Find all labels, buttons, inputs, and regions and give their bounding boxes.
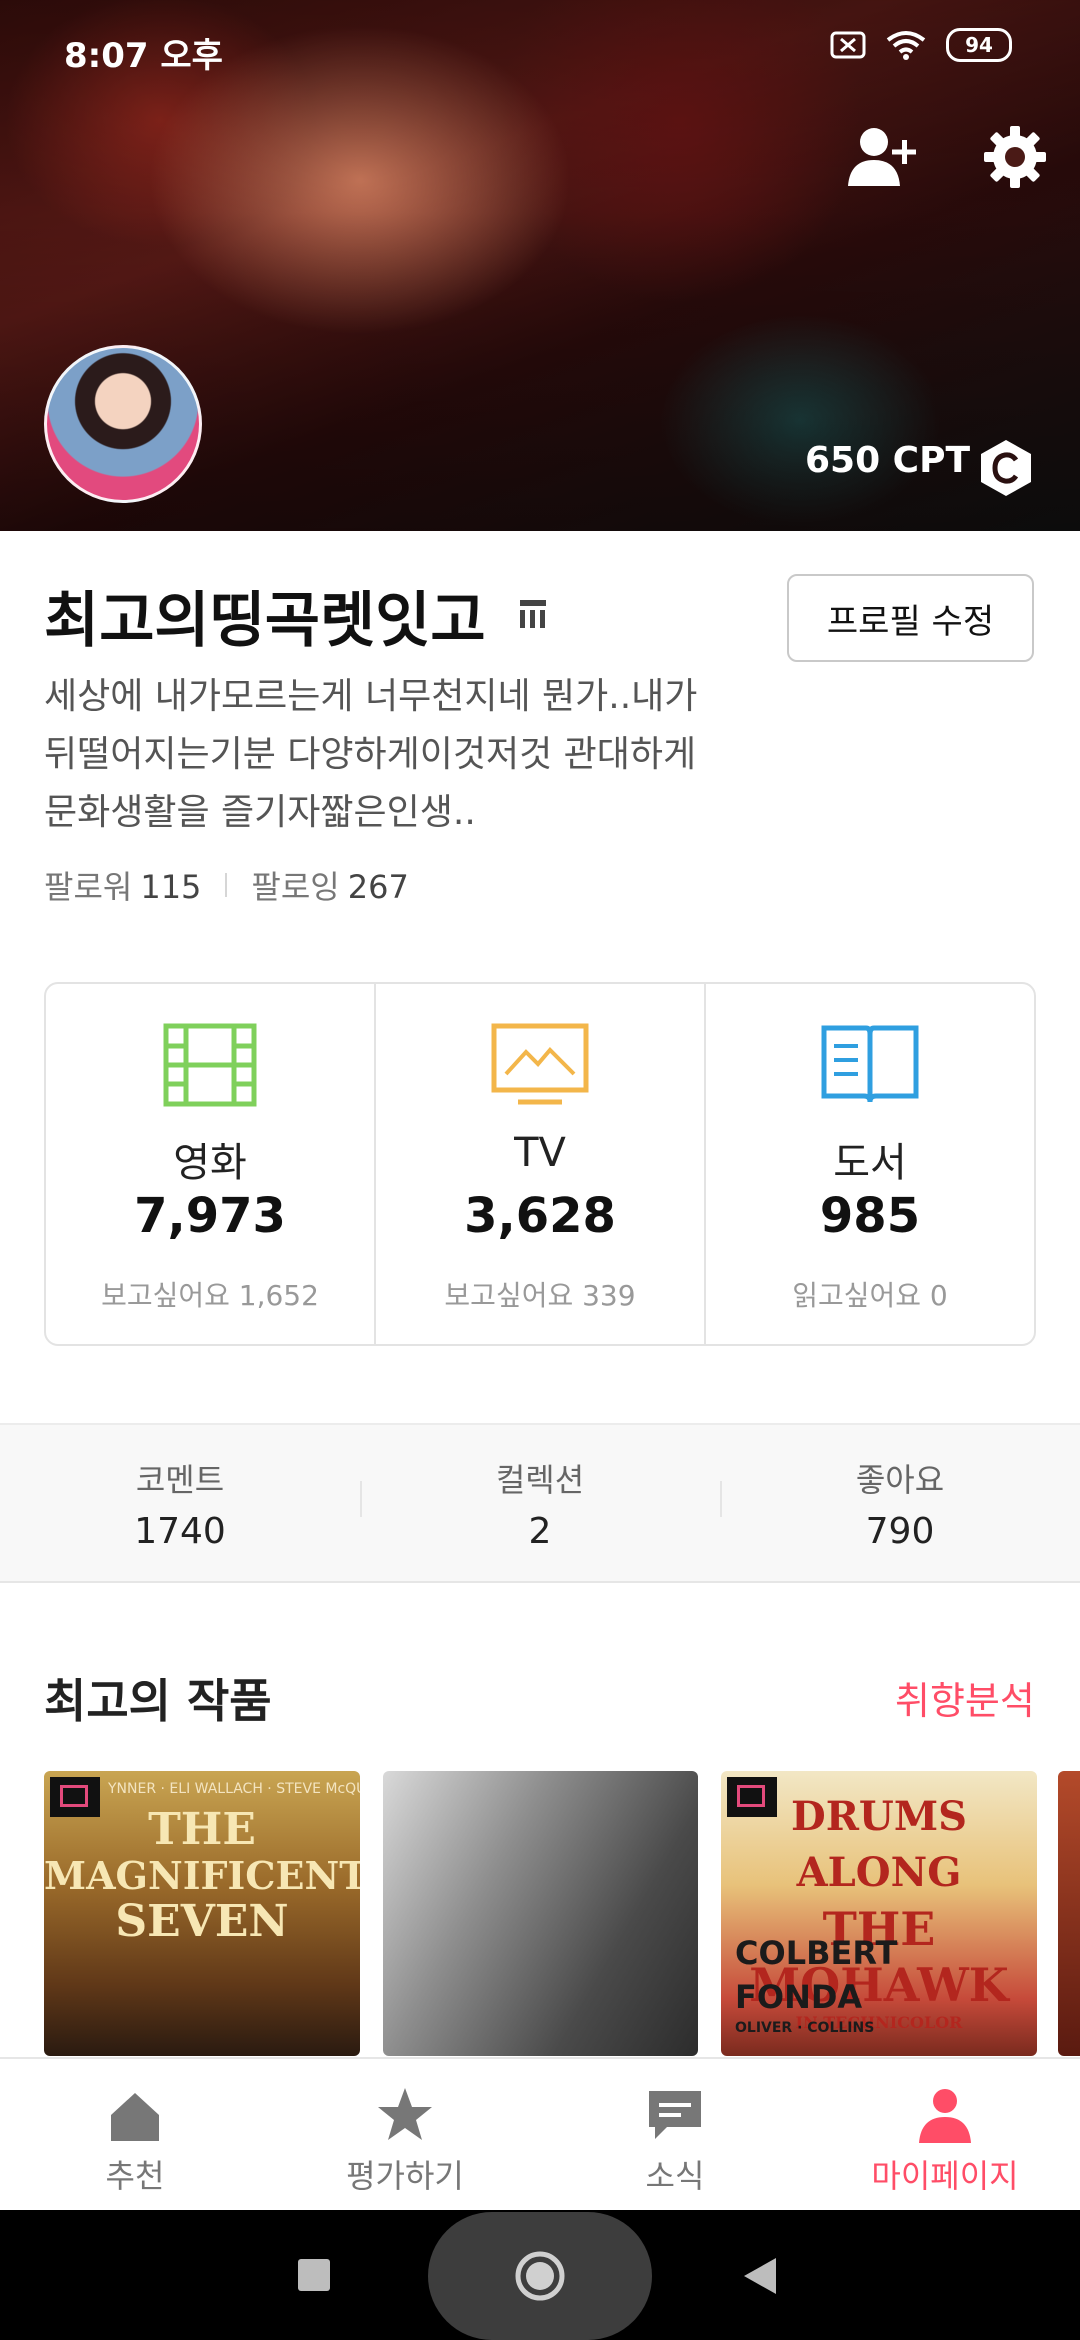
profile-bio: 세상에 내가모르는게 너무천지네 뭔가..내가 뒤떨어지는기분 다양하게이것저것… — [44, 668, 784, 842]
bio-line: 세상에 내가모르는게 너무천지네 뭔가..내가 — [44, 676, 698, 717]
follow-counts: 팔로워 115 팔로잉 267 — [44, 862, 409, 908]
category-cards: 영화 7,973 보고싶어요 1,652 TV 3,628 보고싶어요 339 … — [44, 982, 1036, 1346]
no-sim-icon — [830, 31, 866, 59]
following-link[interactable]: 팔로잉 267 — [251, 862, 408, 908]
taste-analysis-link[interactable]: 취향분석 — [895, 1670, 1035, 1725]
avatar[interactable] — [44, 345, 202, 503]
nav-news[interactable]: 소식 — [540, 2059, 810, 2212]
activity-stats: 코멘트 1740 컬렉션 2 좋아요 790 — [0, 1423, 1080, 1583]
poster-magnificent-seven[interactable]: YNNER · ELI WALLACH · STEVE McQUEEN THE … — [44, 1771, 360, 2056]
category-wishlist: 읽고싶어요 0 — [792, 1279, 948, 1312]
poster-credit: YNNER · ELI WALLACH · STEVE McQUEEN — [108, 1781, 360, 1797]
category-wishlist: 보고싶어요 339 — [444, 1279, 636, 1312]
cpt-balance[interactable]: 650 CPT — [805, 440, 970, 481]
category-count: 985 — [819, 1188, 921, 1244]
status-time: 8:07 오후 — [64, 36, 223, 76]
stat-comments[interactable]: 코멘트 1740 — [0, 1425, 360, 1581]
category-count: 7,973 — [134, 1188, 286, 1244]
tv-icon — [491, 1023, 589, 1105]
stat-value: 790 — [865, 1511, 935, 1552]
stat-collections[interactable]: 컬렉션 2 — [360, 1425, 720, 1581]
poster-cast: COLBERT FONDA OLIVER · COLLINS — [735, 1934, 898, 2036]
edit-profile-button[interactable]: 프로필 수정 — [787, 574, 1034, 662]
bio-line: 문화생활을 즐기자짧은인생.. — [44, 792, 476, 833]
category-card-book[interactable]: 도서 985 읽고싶어요 0 — [704, 984, 1034, 1344]
poster-title: THE MAGNIFICENT SEVEN — [44, 1804, 360, 1947]
nav-mypage[interactable]: 마이페이지 — [810, 2059, 1080, 2212]
category-label: 영화 — [173, 1140, 247, 1186]
followers-link[interactable]: 팔로워 115 — [44, 862, 201, 908]
person-icon — [919, 2089, 971, 2143]
profile-name: 최고의띵곡렛잇고 — [44, 586, 486, 656]
book-icon — [821, 1025, 919, 1103]
stat-value: 1740 — [134, 1511, 226, 1552]
bottom-nav: 추천 평가하기 소식 마이페이지 — [0, 2057, 1080, 2212]
home-icon — [111, 2093, 159, 2141]
user-badge-icon — [520, 600, 546, 628]
poster-movie-2[interactable] — [383, 1771, 698, 2056]
status-icons: 94 — [830, 28, 1012, 62]
nav-rate[interactable]: 평가하기 — [270, 2059, 540, 2212]
battery-indicator: 94 — [946, 28, 1012, 62]
stat-label: 좋아요 — [855, 1461, 945, 1499]
stat-label: 컬렉션 — [495, 1461, 585, 1499]
cpt-coin-icon[interactable] — [978, 438, 1034, 498]
recents-button-icon[interactable] — [298, 2259, 330, 2291]
settings-gear-icon[interactable] — [982, 124, 1048, 190]
star-icon — [378, 2088, 432, 2140]
category-wishlist: 보고싶어요 1,652 — [101, 1279, 319, 1312]
film-icon — [163, 1023, 257, 1107]
category-label: 도서 — [833, 1140, 907, 1186]
category-count: 3,628 — [464, 1188, 616, 1244]
category-card-tv[interactable]: TV 3,628 보고싶어요 339 — [374, 984, 704, 1344]
home-button-icon[interactable] — [514, 2250, 566, 2302]
back-button-icon[interactable] — [742, 2256, 778, 2296]
bio-line: 뒤떨어지는기분 다양하게이것저것 관대하게 — [44, 734, 697, 775]
nav-label: 추천 — [105, 2157, 165, 2195]
nav-label: 평가하기 — [346, 2157, 464, 2195]
category-label: TV — [514, 1130, 566, 1176]
divider — [225, 873, 228, 897]
add-friend-icon[interactable] — [846, 124, 918, 188]
nav-label: 소식 — [645, 2157, 705, 2195]
chat-icon — [649, 2091, 701, 2139]
nav-recommend[interactable]: 추천 — [0, 2059, 270, 2212]
section-title: 최고의 작품 — [44, 1674, 272, 1728]
stat-likes[interactable]: 좋아요 790 — [720, 1425, 1080, 1581]
poster-drums-along-the-mohawk[interactable]: DRUMS ALONG THE MOHAWK IN TECHNICOLOR CO… — [721, 1771, 1037, 2056]
nav-label: 마이페이지 — [871, 2157, 1019, 2195]
stat-label: 코멘트 — [135, 1461, 225, 1499]
poster-movie-4[interactable] — [1058, 1771, 1080, 2056]
stat-value: 2 — [528, 1511, 552, 1552]
wifi-icon — [886, 31, 926, 60]
category-card-movie[interactable]: 영화 7,973 보고싶어요 1,652 — [46, 984, 374, 1344]
